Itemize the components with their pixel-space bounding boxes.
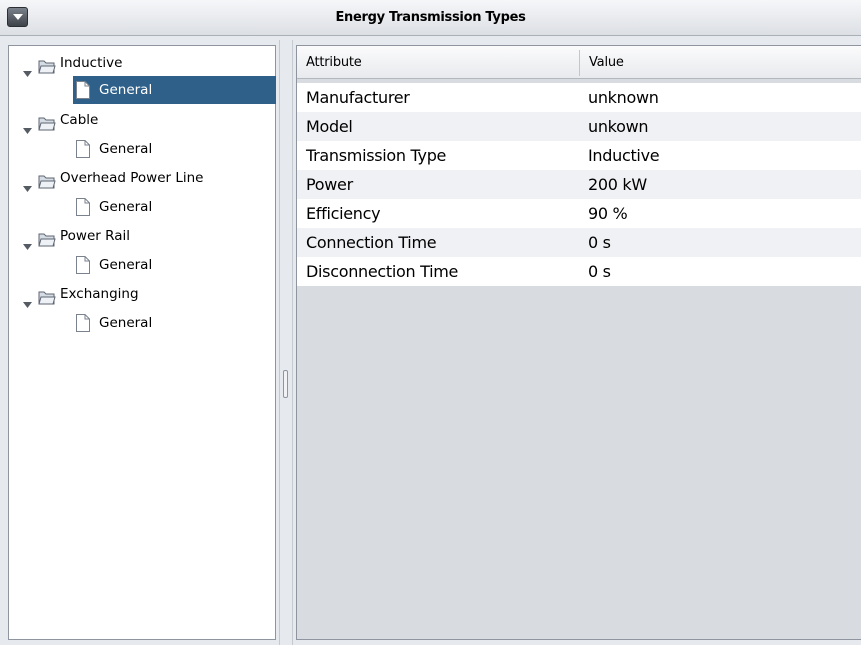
column-header-attribute[interactable]: Attribute xyxy=(306,46,362,78)
tree-node-cable[interactable]: Cable xyxy=(9,106,275,135)
column-divider[interactable] xyxy=(579,50,580,76)
tree-node-exchanging-general[interactable]: General xyxy=(9,309,275,338)
attribute-cell: Disconnection Time xyxy=(306,262,459,281)
tree-node-overhead-power-line[interactable]: Overhead Power Line xyxy=(9,164,275,193)
table-row[interactable]: Power 200 kW xyxy=(297,170,861,199)
table-row[interactable]: Disconnection Time 0 s xyxy=(297,257,861,286)
value-cell: 0 s xyxy=(588,262,611,281)
tree-node-label: General xyxy=(99,82,153,98)
tree-node-label: General xyxy=(99,257,153,273)
column-header-value[interactable]: Value xyxy=(589,46,624,78)
value-cell: 0 s xyxy=(588,233,611,252)
table-row[interactable]: Connection Time 0 s xyxy=(297,228,861,257)
window-title: Energy Transmission Types xyxy=(335,10,526,25)
splitter-line xyxy=(279,40,280,645)
tree-node-label: Inductive xyxy=(60,55,123,71)
table-row[interactable]: Transmission Type Inductive xyxy=(297,141,861,170)
splitter-line xyxy=(292,40,293,645)
value-cell: 90 % xyxy=(588,204,628,223)
tree-node-power-rail[interactable]: Power Rail xyxy=(9,222,275,251)
tree-node-label: General xyxy=(99,315,153,331)
tree-node-label: Power Rail xyxy=(60,228,130,244)
table-row[interactable]: Efficiency 90 % xyxy=(297,199,861,228)
value-cell: unkown xyxy=(588,117,649,136)
tree-node-label: Overhead Power Line xyxy=(60,170,204,186)
splitter-grip-handle[interactable] xyxy=(283,370,288,398)
tree-node-inductive-general[interactable]: General xyxy=(9,76,275,105)
category-tree[interactable]: Inductive General Cable General Overhead… xyxy=(8,45,276,640)
value-cell: unknown xyxy=(588,88,659,107)
tree-node-label: General xyxy=(99,199,153,215)
tree-node-label: Exchanging xyxy=(60,286,139,302)
attribute-cell: Model xyxy=(306,117,353,136)
value-cell: Inductive xyxy=(588,146,660,165)
tree-node-overhead-power-line-general[interactable]: General xyxy=(9,193,275,222)
attribute-cell: Transmission Type xyxy=(306,146,447,165)
table-row[interactable]: Model unkown xyxy=(297,112,861,141)
attribute-cell: Connection Time xyxy=(306,233,437,252)
tree-node-cable-general[interactable]: General xyxy=(9,135,275,164)
tree-node-inductive[interactable]: Inductive xyxy=(9,49,275,78)
table-row[interactable]: Manufacturer unknown xyxy=(297,83,861,112)
value-cell: 200 kW xyxy=(588,175,647,194)
tree-node-label: General xyxy=(99,141,153,157)
attribute-table[interactable]: Attribute Value Manufacturer unknown Mod… xyxy=(296,45,861,640)
document-icon xyxy=(75,314,91,343)
attribute-cell: Manufacturer xyxy=(306,88,410,107)
attribute-cell: Efficiency xyxy=(306,204,381,223)
tree-node-power-rail-general[interactable]: General xyxy=(9,251,275,280)
table-header: Attribute Value xyxy=(297,46,861,79)
pane-splitter[interactable] xyxy=(276,40,296,645)
window-title-bar: Energy Transmission Types xyxy=(0,0,861,36)
tree-node-label: Cable xyxy=(60,112,99,128)
attribute-cell: Power xyxy=(306,175,353,194)
tree-node-exchanging[interactable]: Exchanging xyxy=(9,280,275,309)
